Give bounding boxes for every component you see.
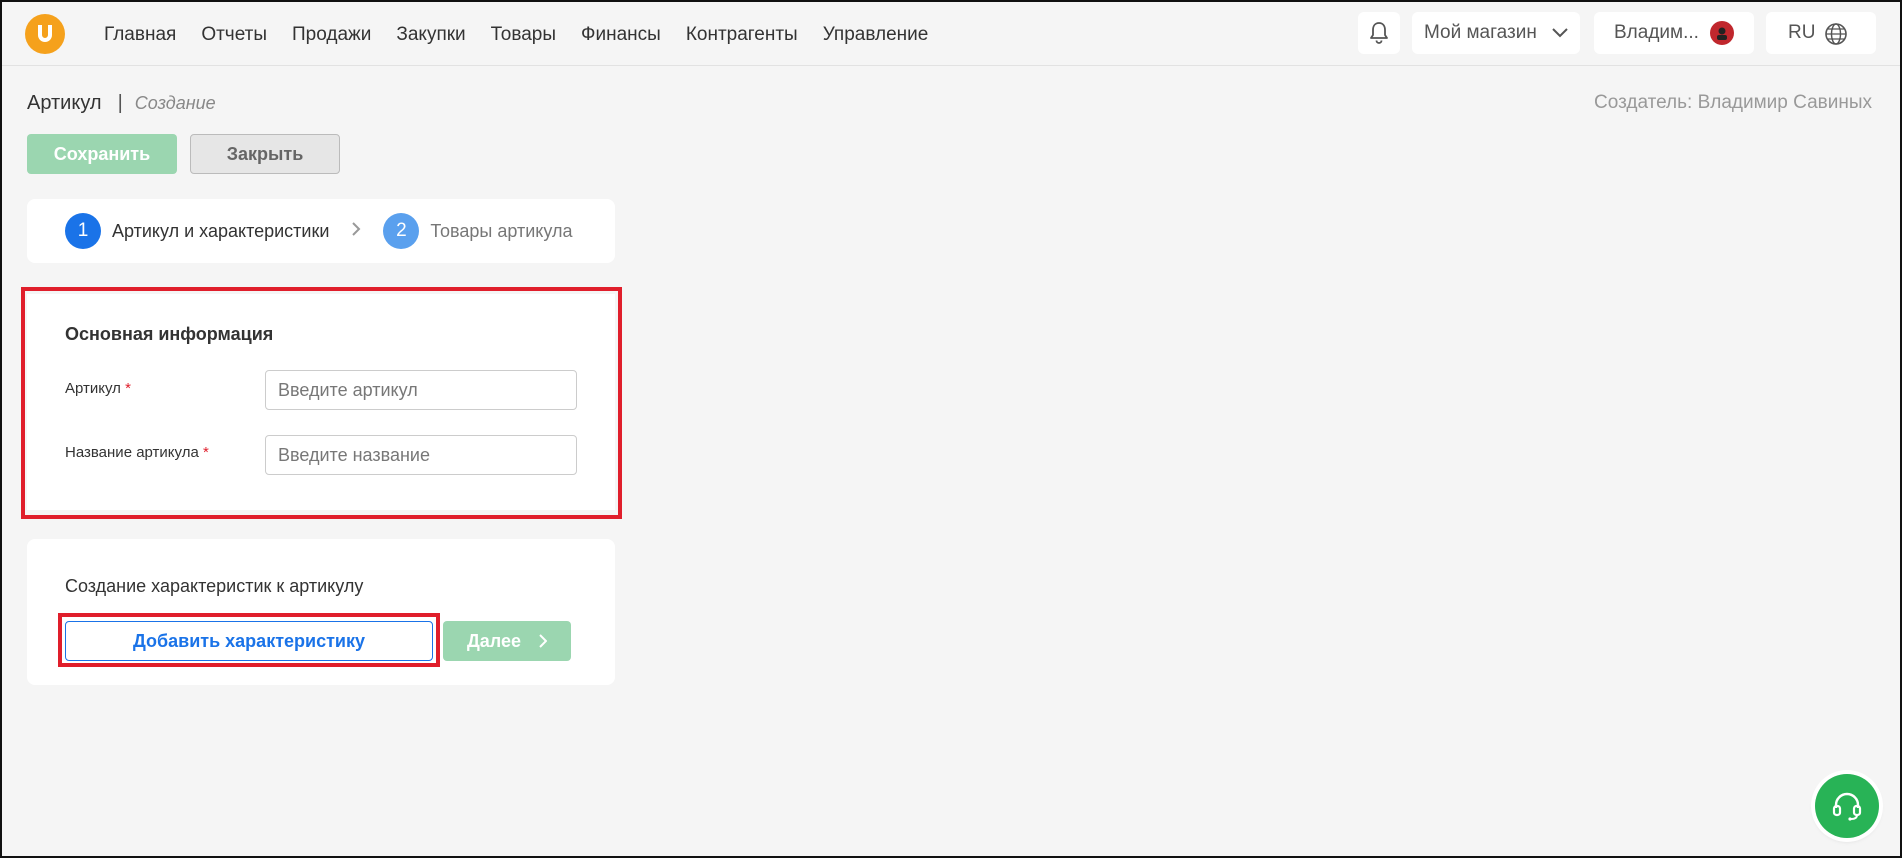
- step-2-number[interactable]: 2: [383, 213, 420, 249]
- article-label: Артикул *: [65, 380, 131, 397]
- article-label-text: Артикул: [65, 380, 121, 397]
- close-button[interactable]: Закрыть: [190, 134, 340, 174]
- user-avatar-icon: [1717, 27, 1727, 40]
- stepper: 1 Артикул и характеристики 2 Товары арти…: [27, 199, 615, 263]
- step-2-label[interactable]: Товары артикула: [430, 221, 572, 242]
- nav-item-management[interactable]: Управление: [823, 24, 929, 46]
- article-input[interactable]: [265, 370, 577, 410]
- article-name-input[interactable]: [265, 435, 577, 475]
- nav-item-home[interactable]: Главная: [104, 24, 176, 46]
- store-selector[interactable]: Мой магазин: [1412, 12, 1580, 54]
- nav-item-reports[interactable]: Отчеты: [201, 24, 267, 46]
- characteristics-card: Создание характеристик к артикулу Добави…: [27, 539, 615, 685]
- step-1-label[interactable]: Артикул и характеристики: [112, 221, 329, 242]
- top-bar: Главная Отчеты Продажи Закупки Товары Фи…: [2, 2, 1900, 66]
- creator-info: Создатель: Владимир Савиных: [1594, 92, 1872, 113]
- page-title: Артикул: [27, 92, 102, 114]
- page-mode: Создание: [134, 93, 216, 113]
- article-name-label: Название артикула *: [65, 444, 209, 461]
- user-menu[interactable]: Владим...: [1594, 12, 1754, 54]
- nav-item-contractors[interactable]: Контрагенты: [686, 24, 798, 46]
- bell-icon: [1370, 22, 1388, 44]
- main-info-title: Основная информация: [65, 324, 274, 344]
- chevron-down-icon: [1552, 28, 1568, 38]
- next-button-label: Далее: [466, 630, 522, 651]
- add-characteristic-button[interactable]: Добавить характеристику: [65, 621, 433, 661]
- nav-item-purchases[interactable]: Закупки: [396, 24, 465, 46]
- nav-item-products[interactable]: Товары: [491, 24, 556, 46]
- language-selector[interactable]: RU: [1766, 12, 1876, 54]
- characteristics-title: Создание характеристик к артикулу: [65, 576, 364, 596]
- notifications-button[interactable]: [1358, 12, 1400, 54]
- avatar: [1710, 21, 1734, 45]
- breadcrumb: Артикул | Создание: [27, 92, 216, 115]
- logo[interactable]: [25, 14, 65, 54]
- required-mark: *: [202, 444, 209, 461]
- language-code: RU: [1788, 22, 1816, 43]
- next-button[interactable]: Далее: [443, 621, 571, 661]
- nav-item-finance[interactable]: Финансы: [581, 24, 661, 46]
- globe-icon: [1825, 23, 1847, 45]
- user-name: Владим...: [1614, 22, 1699, 43]
- main-nav: Главная Отчеты Продажи Закупки Товары Фи…: [104, 24, 953, 46]
- chevron-right-icon: [351, 220, 361, 243]
- main-info-card: Основная информация Артикул * Название а…: [27, 294, 615, 510]
- save-button[interactable]: Сохранить: [27, 134, 177, 174]
- article-name-label-text: Название артикула: [65, 444, 199, 461]
- headset-icon: [1832, 792, 1862, 821]
- step-1-number[interactable]: 1: [65, 213, 101, 249]
- support-button[interactable]: [1815, 774, 1879, 838]
- chevron-right-icon: [539, 634, 548, 648]
- breadcrumb-separator: |: [117, 92, 123, 114]
- nav-item-sales[interactable]: Продажи: [292, 24, 371, 46]
- store-name: Мой магазин: [1424, 22, 1537, 43]
- logo-u-icon: [38, 25, 52, 42]
- required-mark: *: [125, 380, 131, 397]
